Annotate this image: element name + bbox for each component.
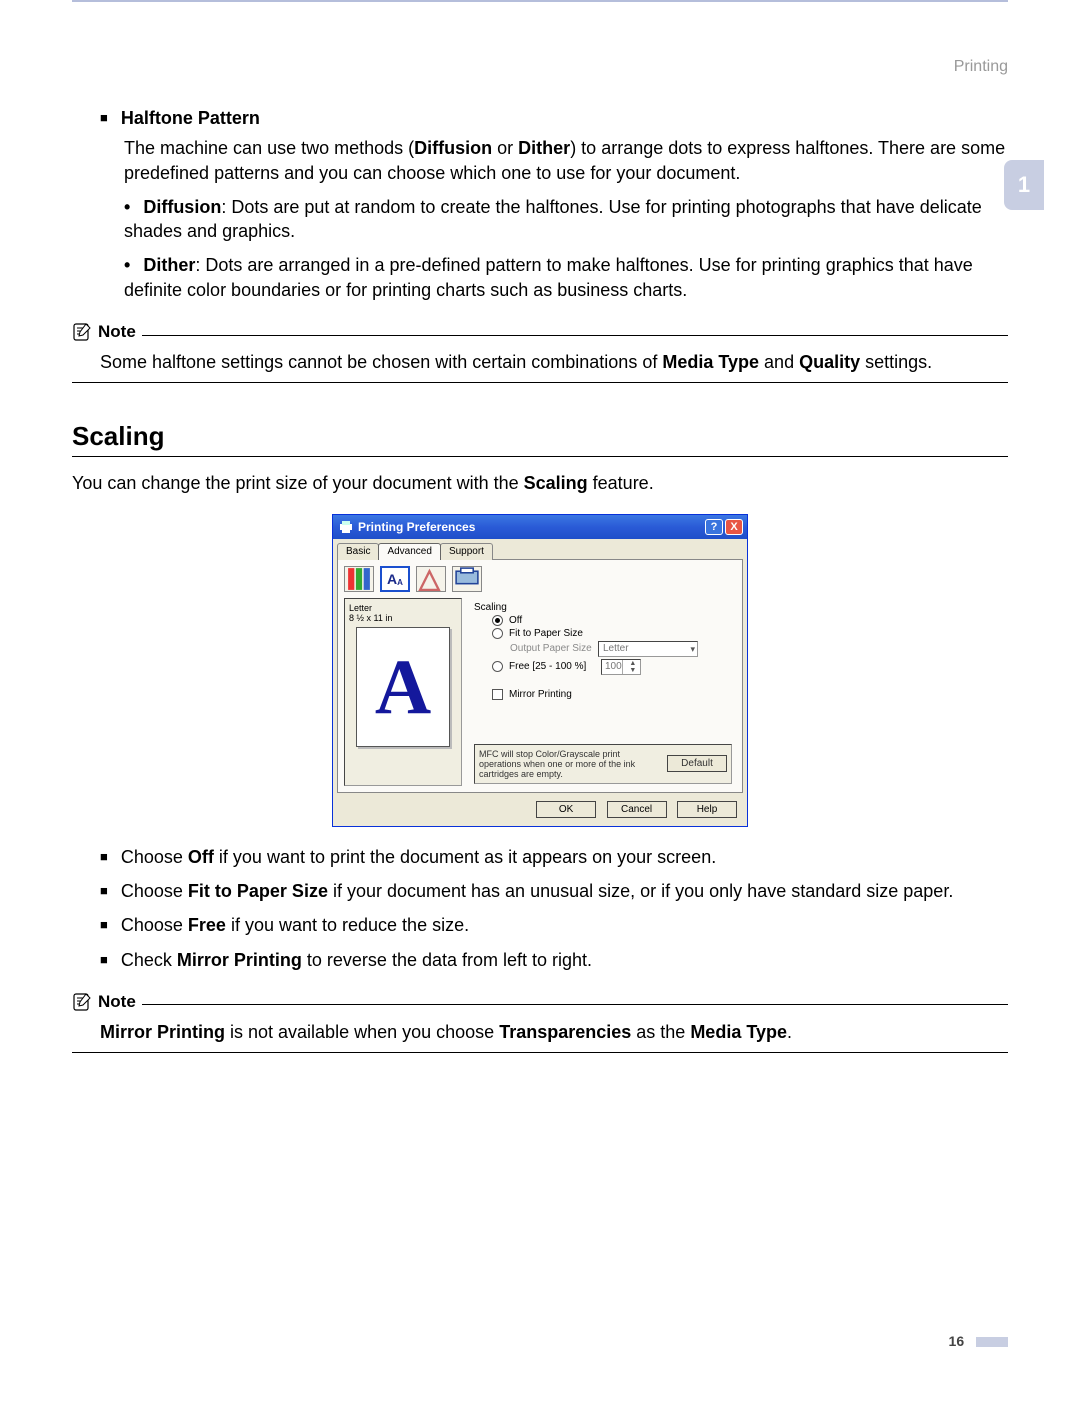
output-size-row: Output Paper Size Letter [510,641,732,657]
help-button[interactable]: Help [677,801,737,818]
radio-off-row[interactable]: Off [492,615,732,626]
preview-size-1: Letter [349,603,457,613]
footer-bar [976,1337,1008,1347]
preview-a-icon: A [375,642,431,732]
radio-free-label: Free [25 - 100 %] [509,661,595,672]
tool-scaling[interactable]: AA [380,566,410,592]
preview-page: A [356,627,450,747]
dialog-titlebar: Printing Preferences ? X [333,515,747,539]
radio-fit-label: Fit to Paper Size [509,628,583,639]
scaling-heading: Scaling [72,421,1008,457]
note-icon [72,322,92,342]
dialog-client: AA Letter 8 ½ x 11 in A Scaling [337,559,743,793]
check-mirror[interactable] [492,689,503,700]
ok-button[interactable]: OK [536,801,596,818]
note-icon [72,992,92,1012]
scaling-group-label: Scaling [474,602,564,613]
preview-pane: Letter 8 ½ x 11 in A [344,598,462,786]
printing-preferences-dialog: Printing Preferences ? X Basic Advanced … [332,514,748,827]
halftone-heading-text: Halftone Pattern [121,108,260,128]
note-title: Note [98,992,136,1012]
titlebar-close-button[interactable]: X [725,519,743,535]
tool-color[interactable] [344,566,374,592]
page-number: 16 [949,1333,965,1349]
choice-off: Choose Off if you want to print the docu… [100,845,1008,869]
tab-support[interactable]: Support [440,543,493,560]
cancel-button[interactable]: Cancel [607,801,667,818]
radio-free[interactable] [492,661,503,672]
radio-fit-row[interactable]: Fit to Paper Size [492,628,732,639]
dialog-title: Printing Preferences [358,520,703,534]
note-title: Note [98,322,136,342]
titlebar-help-button[interactable]: ? [705,519,723,535]
page: Printing 1 Halftone Pattern The machine … [0,10,1080,1409]
tab-advanced[interactable]: Advanced [378,543,440,560]
printer-icon [339,520,353,534]
tool-watermark[interactable] [416,566,446,592]
radio-fit[interactable] [492,628,503,639]
chapter-tab: 1 [1004,160,1044,210]
dialog-tabs: Basic Advanced Support [333,539,747,560]
running-header: Printing [72,58,1008,76]
choice-fit: Choose Fit to Paper Size if your documen… [100,879,1008,903]
mirror-row[interactable]: Mirror Printing [492,689,732,700]
check-mirror-label: Mirror Printing [509,689,572,700]
choice-free: Choose Free if you want to reduce the si… [100,913,1008,937]
tab-basic[interactable]: Basic [337,543,379,560]
output-size-label: Output Paper Size [510,643,592,654]
radio-off-label: Off [509,615,522,626]
radio-off[interactable] [492,615,503,626]
scaling-intro: You can change the print size of your do… [72,471,1008,495]
note-2: Note Mirror Printing is not available wh… [72,992,1008,1053]
halftone-heading: Halftone Pattern [100,106,1008,130]
dither-item: Dither: Dots are arranged in a pre-defin… [124,253,1008,302]
diffusion-item: Diffusion: Dots are put at random to cre… [124,195,1008,244]
page-footer: 16 [72,1333,1008,1349]
ink-warning: MFC will stop Color/Grayscale print oper… [474,744,732,784]
note-1: Note Some halftone settings cannot be ch… [72,322,1008,383]
free-percent-spin[interactable]: 100▲▼ [601,659,641,675]
choice-mirror: Check Mirror Printing to reverse the dat… [100,948,1008,972]
radio-free-row[interactable]: Free [25 - 100 %] 100▲▼ [492,659,732,675]
dialog-figure: Printing Preferences ? X Basic Advanced … [72,514,1008,827]
output-size-combo[interactable]: Letter [598,641,698,657]
dialog-bottom-buttons: OK Cancel Help [333,793,747,826]
tool-device[interactable] [452,566,482,592]
dialog-toolbar: AA [344,566,736,592]
preview-size-2: 8 ½ x 11 in [349,613,457,623]
ink-warning-text: MFC will stop Color/Grayscale print oper… [479,749,657,779]
default-button[interactable]: Default [667,755,727,772]
halftone-intro: The machine can use two methods (Diffusi… [124,136,1008,185]
